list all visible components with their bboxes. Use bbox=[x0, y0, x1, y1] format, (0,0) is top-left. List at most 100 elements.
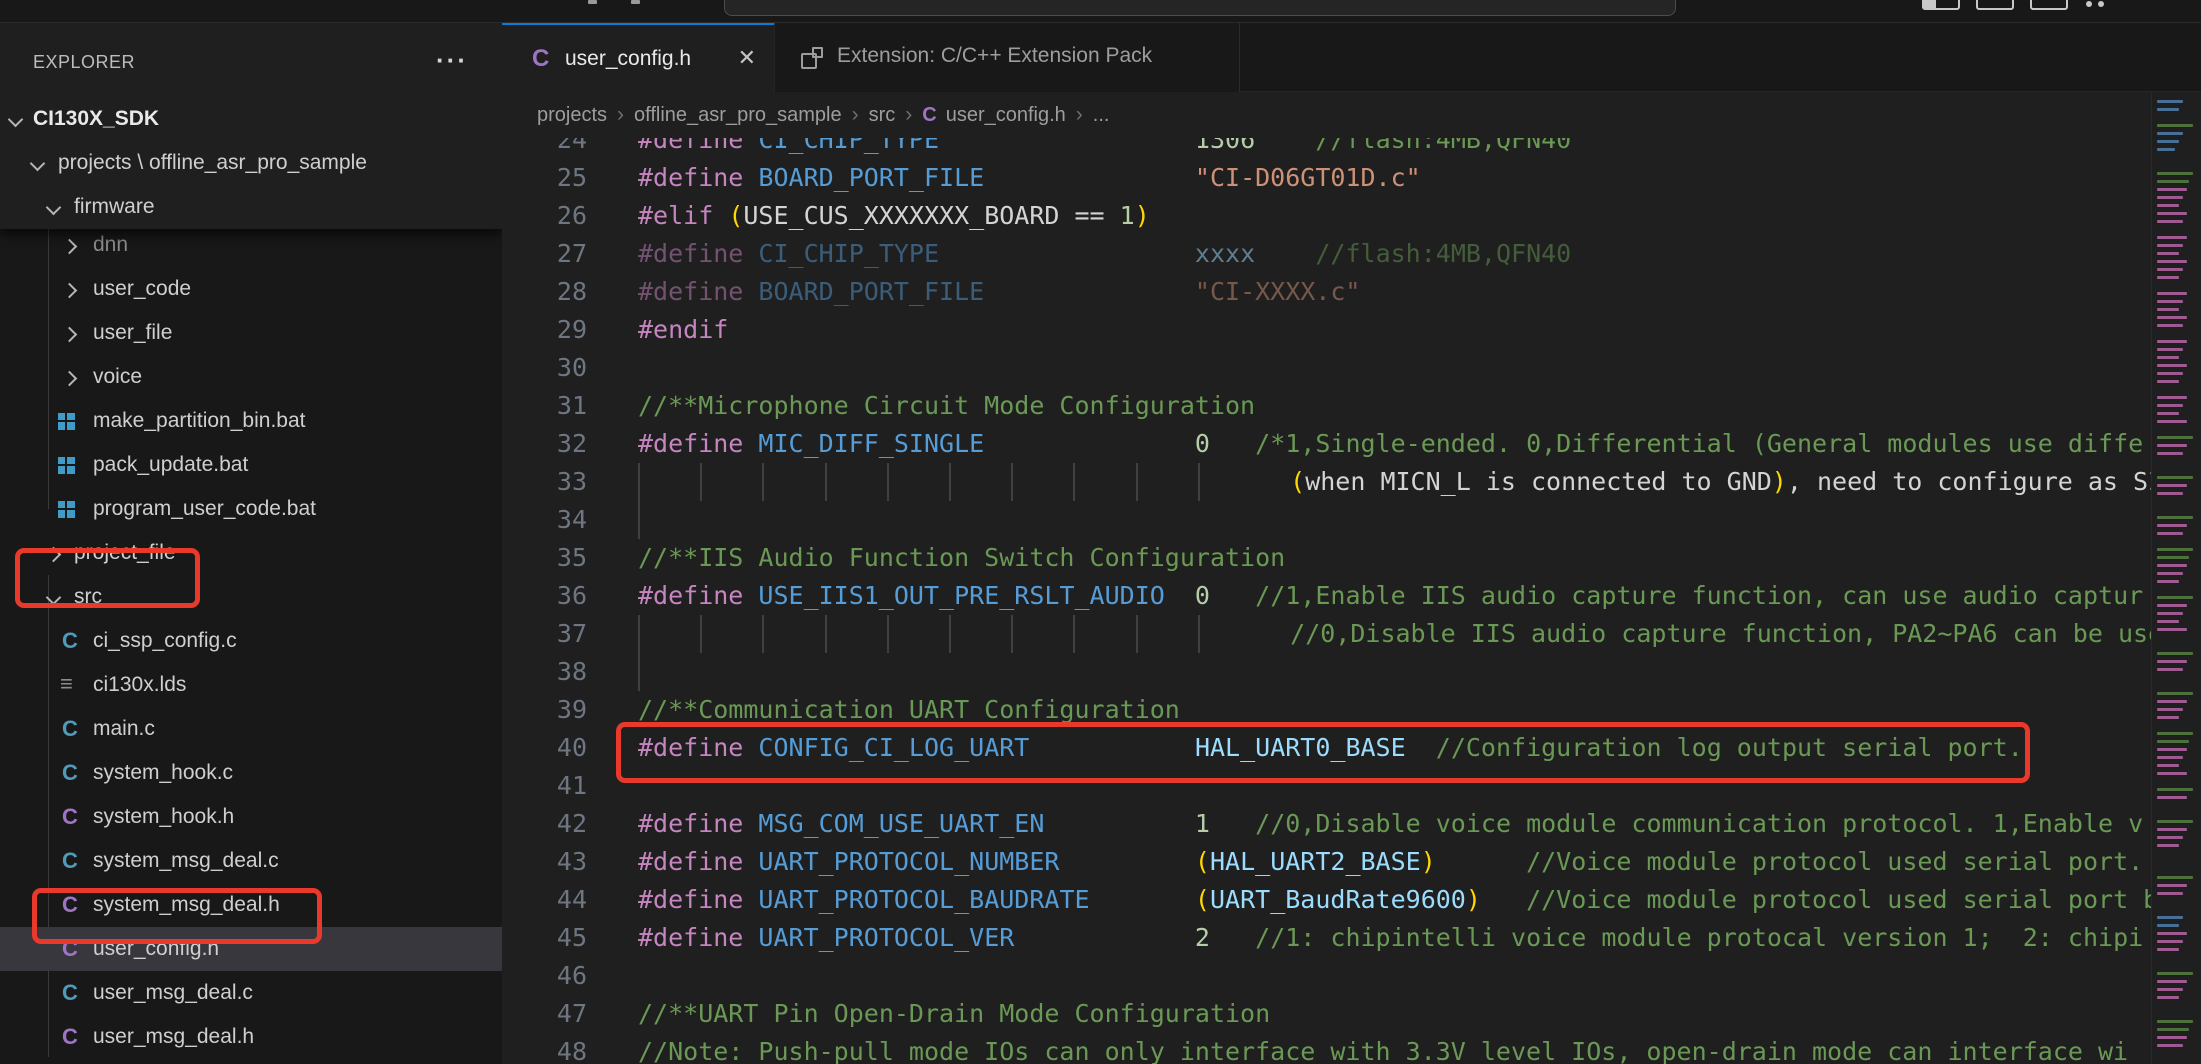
sidebar-item-user-file[interactable]: user_file bbox=[0, 311, 502, 355]
sidebar-item-ci130x-sdk[interactable]: CI130X_SDK bbox=[0, 97, 502, 141]
breadcrumb-item-projects[interactable]: projects bbox=[537, 104, 607, 127]
code-line-36: 36#define USE_IIS1_OUT_PRE_RSLT_AUDIO 0 … bbox=[502, 577, 2151, 615]
line-number: 42 bbox=[502, 805, 587, 843]
sidebar-item-src[interactable]: src bbox=[0, 575, 502, 619]
c-file-icon: C bbox=[922, 104, 936, 127]
breadcrumb-item-user-config-h[interactable]: user_config.h bbox=[946, 104, 1066, 127]
code-line-41: 41 bbox=[502, 767, 2151, 805]
chevron-right-icon: › bbox=[905, 103, 912, 127]
minimap-line bbox=[2157, 100, 2183, 103]
sidebar-item-projects-offline-asr-pro-sample[interactable]: projects \ offline_asr_pro_sample bbox=[0, 141, 502, 185]
minimap-line bbox=[2157, 756, 2183, 759]
minimap-line bbox=[2157, 316, 2187, 319]
line-number: 37 bbox=[502, 615, 587, 653]
minimap-line bbox=[2157, 180, 2189, 183]
titlebar-partial-icon bbox=[631, 0, 640, 4]
minimap-line bbox=[2157, 916, 2183, 919]
indent-guide bbox=[887, 615, 949, 653]
extension-icon bbox=[801, 47, 823, 69]
line-number: 29 bbox=[502, 311, 587, 349]
sidebar-item-ci-ssp-config-c[interactable]: Cci_ssp_config.c bbox=[0, 619, 502, 663]
sidebar-item-make-partition-bin-bat[interactable]: make_partition_bin.bat bbox=[0, 399, 502, 443]
customize-layout-icon[interactable] bbox=[2098, 1, 2104, 7]
c-purple-icon: C bbox=[62, 927, 78, 971]
line-number: 26 bbox=[502, 197, 587, 235]
tab-extension-pack[interactable]: Extension: C/C++ Extension Pack bbox=[775, 22, 1240, 92]
minimap[interactable] bbox=[2151, 92, 2201, 1064]
indent-guide bbox=[825, 463, 887, 501]
sidebar-item-label: src bbox=[74, 575, 102, 619]
sidebar-item-user-code[interactable]: user_code bbox=[0, 267, 502, 311]
code-text: #define BOARD_PORT_FILE "CI-D06GT01D.c" bbox=[638, 159, 1421, 197]
sidebar-item-dnn[interactable]: dnn bbox=[0, 223, 502, 267]
minimap-line bbox=[2157, 204, 2179, 207]
sidebar-item-system-hook-h[interactable]: Csystem_hook.h bbox=[0, 795, 502, 839]
toggle-panel-right-icon[interactable] bbox=[2030, 0, 2068, 10]
tab-user-config-h[interactable]: C user_config.h ✕ bbox=[502, 22, 775, 92]
line-number: 28 bbox=[502, 273, 587, 311]
minimap-line bbox=[2157, 740, 2189, 743]
minimap-line bbox=[2157, 660, 2187, 663]
breadcrumb-item-offline-asr-pro-sample[interactable]: offline_asr_pro_sample bbox=[634, 104, 842, 127]
close-icon[interactable]: ✕ bbox=[738, 25, 756, 95]
code-text: #define USE_IIS1_OUT_PRE_RSLT_AUDIO 0 //… bbox=[638, 577, 2143, 615]
code-text: #define BOARD_PORT_FILE "CI-XXXX.c" bbox=[638, 273, 1361, 311]
sidebar-item-user-msg-deal-h[interactable]: Cuser_msg_deal.h bbox=[0, 1015, 502, 1059]
line-number: 25 bbox=[502, 159, 587, 197]
minimap-line bbox=[2157, 420, 2187, 423]
code-text: #define CI_CHIP_TYPE xxxx //flash:4MB,QF… bbox=[638, 235, 1571, 273]
toggle-panel-left-icon[interactable] bbox=[1922, 0, 1960, 10]
code-text bbox=[638, 501, 700, 539]
indent-guide bbox=[638, 463, 700, 501]
minimap-line bbox=[2157, 1044, 2183, 1047]
code-line-33: 33 (when MICN_L is connected to GND), ne… bbox=[502, 463, 2151, 501]
sidebar-item-system-msg-deal-h[interactable]: Csystem_msg_deal.h bbox=[0, 883, 502, 927]
sidebar-item-label: system_msg_deal.h bbox=[93, 883, 280, 927]
minimap-line bbox=[2157, 940, 2183, 943]
sidebar-item-user-msg-deal-c[interactable]: Cuser_msg_deal.c bbox=[0, 971, 502, 1015]
sidebar-item-program-user-code-bat[interactable]: program_user_code.bat bbox=[0, 487, 502, 531]
breadcrumb-symbol-ellipsis[interactable]: ... bbox=[1093, 104, 1110, 127]
code-text: //**UART Pin Open-Drain Mode Configurati… bbox=[638, 995, 1270, 1033]
command-center-search-box[interactable] bbox=[724, 0, 1676, 16]
minimap-line bbox=[2157, 796, 2187, 799]
minimap-line bbox=[2157, 620, 2179, 623]
windows-icon bbox=[58, 457, 75, 474]
indent-guide bbox=[949, 615, 1011, 653]
sidebar-item-startup[interactable]: startup bbox=[0, 1059, 502, 1064]
sidebar-item-firmware[interactable]: firmware bbox=[0, 185, 502, 229]
code-text: #endif bbox=[638, 311, 728, 349]
sidebar-item-pack-update-bat[interactable]: pack_update.bat bbox=[0, 443, 502, 487]
sidebar-item-project-file[interactable]: project_file bbox=[0, 531, 502, 575]
explorer-sidebar: dnnuser_codeuser_filevoicemake_partition… bbox=[0, 22, 503, 1064]
sidebar-item-system-msg-deal-c[interactable]: Csystem_msg_deal.c bbox=[0, 839, 502, 883]
minimap-line bbox=[2157, 196, 2183, 199]
line-number: 45 bbox=[502, 919, 587, 957]
sidebar-item-system-hook-c[interactable]: Csystem_hook.c bbox=[0, 751, 502, 795]
editor-code-area[interactable]: 24#define CI_CHIP_TYPE 1306 //flash:4MB,… bbox=[502, 138, 2151, 1064]
sidebar-item-user-config-h[interactable]: Cuser_config.h bbox=[0, 927, 502, 971]
indent-guide bbox=[638, 615, 700, 653]
sidebar-item-ci130x-lds[interactable]: ≡ci130x.lds bbox=[0, 663, 502, 707]
sidebar-item-main-c[interactable]: Cmain.c bbox=[0, 707, 502, 751]
minimap-line bbox=[2157, 652, 2193, 655]
sidebar-item-voice[interactable]: voice bbox=[0, 355, 502, 399]
sidebar-item-label: main.c bbox=[93, 707, 155, 751]
code-text: //**Communication UART Configuration bbox=[638, 691, 1180, 729]
sticky-tree-rows: CI130X_SDKprojects \ offline_asr_pro_sam… bbox=[0, 22, 502, 229]
line-number: 44 bbox=[502, 881, 587, 919]
minimap-line bbox=[2157, 532, 2183, 535]
minimap-line bbox=[2157, 308, 2179, 311]
minimap-line bbox=[2157, 492, 2183, 495]
minimap-line bbox=[2157, 260, 2187, 263]
toggle-panel-bottom-icon[interactable] bbox=[1976, 0, 2014, 10]
breadcrumb-item-src[interactable]: src bbox=[869, 104, 896, 127]
customize-layout-icon[interactable] bbox=[2086, 1, 2092, 7]
minimap-line bbox=[2157, 580, 2179, 583]
minimap-line bbox=[2157, 348, 2183, 351]
code-line-43: 43#define UART_PROTOCOL_NUMBER (HAL_UART… bbox=[502, 843, 2151, 881]
code-line-42: 42#define MSG_COM_USE_UART_EN 1 //0,Disa… bbox=[502, 805, 2151, 843]
sidebar-item-label: project_file bbox=[74, 531, 176, 575]
minimap-line bbox=[2157, 1020, 2193, 1023]
minimap-line bbox=[2157, 300, 2183, 303]
